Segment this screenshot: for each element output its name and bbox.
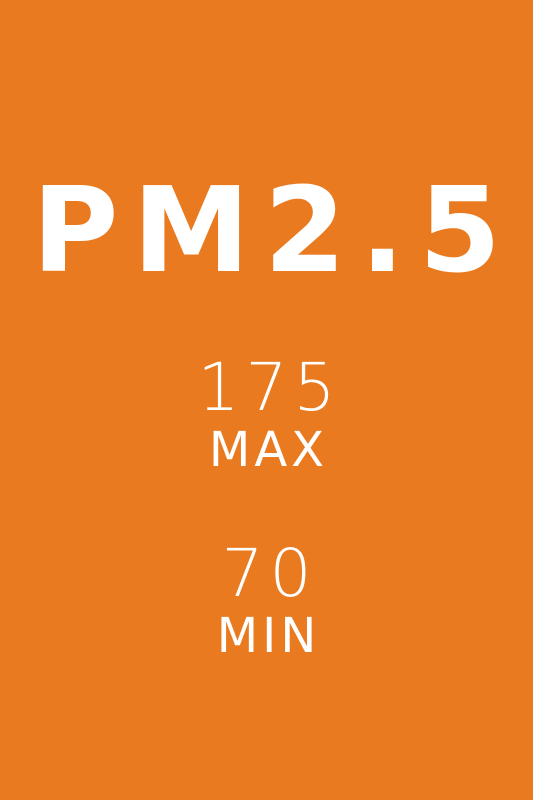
pollutant-title: PM2.5	[32, 161, 515, 299]
min-value: 70	[221, 535, 318, 612]
min-stat: 70 MIN	[0, 535, 533, 664]
max-label: MAX	[208, 422, 329, 478]
max-stat: 175 MAX	[0, 349, 533, 478]
pm25-card: PM2.5 175 MAX 70 MIN	[0, 0, 533, 800]
max-value: 175	[197, 349, 342, 426]
min-label: MIN	[216, 608, 321, 664]
